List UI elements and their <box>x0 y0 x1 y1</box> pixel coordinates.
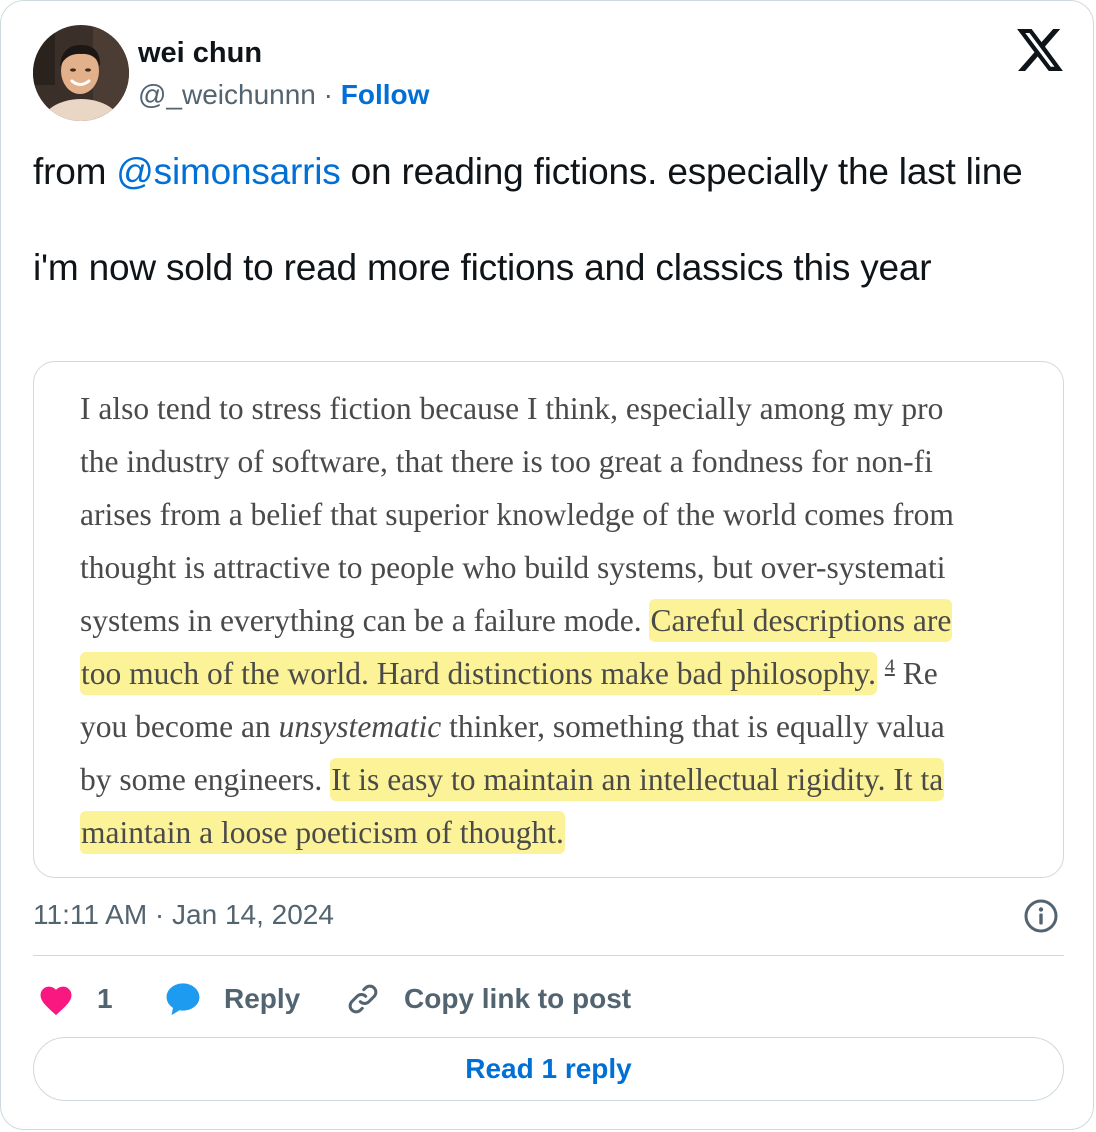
mention-link[interactable]: @simonsarris <box>116 151 341 192</box>
excerpt-line: I also tend to stress fiction because I … <box>80 391 944 426</box>
like-count: 1 <box>97 983 113 1014</box>
info-icon[interactable] <box>1023 898 1059 934</box>
divider <box>33 955 1064 956</box>
highlighted-text: maintain a loose poeticism of thought. <box>80 811 565 854</box>
link-icon <box>344 981 382 1017</box>
footnote-marker: 4 <box>884 655 895 678</box>
excerpt-line: the industry of software, that there is … <box>80 444 933 479</box>
excerpt-line: you become an unsystematic thinker, some… <box>80 709 945 744</box>
copy-link-button[interactable]: Copy link to post <box>344 979 631 1019</box>
tweet-paragraph-2: i'm now sold to read more fictions and c… <box>33 247 932 288</box>
excerpt-line: maintain a loose poeticism of thought. <box>80 806 1063 859</box>
author-avatar[interactable] <box>33 25 129 121</box>
copy-link-label: Copy link to post <box>404 983 632 1014</box>
follow-button[interactable]: Follow <box>341 79 430 110</box>
excerpt-line: arises from a belief that superior knowl… <box>80 497 954 532</box>
embedded-tweet-card: wei chun @_weichunnn · Follow from @simo… <box>0 0 1094 1130</box>
read-replies-button[interactable]: Read 1 reply <box>33 1037 1064 1101</box>
highlighted-text: too much of the world. Hard distinctions… <box>80 652 877 695</box>
reply-button[interactable]: Reply <box>164 979 300 1019</box>
tweet-paragraph-1: from @simonsarris on reading fictions. e… <box>33 151 1023 192</box>
highlighted-text: It is easy to maintain an intellectual r… <box>330 758 945 801</box>
author-name[interactable]: wei chun <box>138 35 262 71</box>
author-handle-row: @_weichunnn · Follow <box>138 77 429 113</box>
excerpt-line: too much of the world. Hard distinctions… <box>80 647 1063 700</box>
like-button[interactable]: 1 <box>37 979 113 1019</box>
book-excerpt: I also tend to stress fiction because I … <box>80 382 1063 859</box>
heart-icon <box>37 982 75 1016</box>
author-handle[interactable]: @_weichunnn <box>138 79 316 110</box>
tweet-timestamp[interactable]: 11:11 AM · Jan 14, 2024 <box>33 897 334 933</box>
reply-bubble-icon <box>164 981 202 1017</box>
excerpt-line: thought is attractive to people who buil… <box>80 550 946 585</box>
emphasized-word: unsystematic <box>278 709 442 744</box>
attached-image[interactable]: I also tend to stress fiction because I … <box>33 361 1064 878</box>
tweet-text: from @simonsarris on reading fictions. e… <box>33 149 1063 291</box>
x-logo-icon[interactable] <box>1017 29 1063 71</box>
excerpt-line: systems in everything can be a failure m… <box>80 594 1063 647</box>
highlighted-text: Careful descriptions are <box>649 599 953 642</box>
excerpt-line: by some engineers. It is easy to maintai… <box>80 753 1063 806</box>
reply-label: Reply <box>224 983 301 1014</box>
handle-separator: · <box>323 79 333 110</box>
